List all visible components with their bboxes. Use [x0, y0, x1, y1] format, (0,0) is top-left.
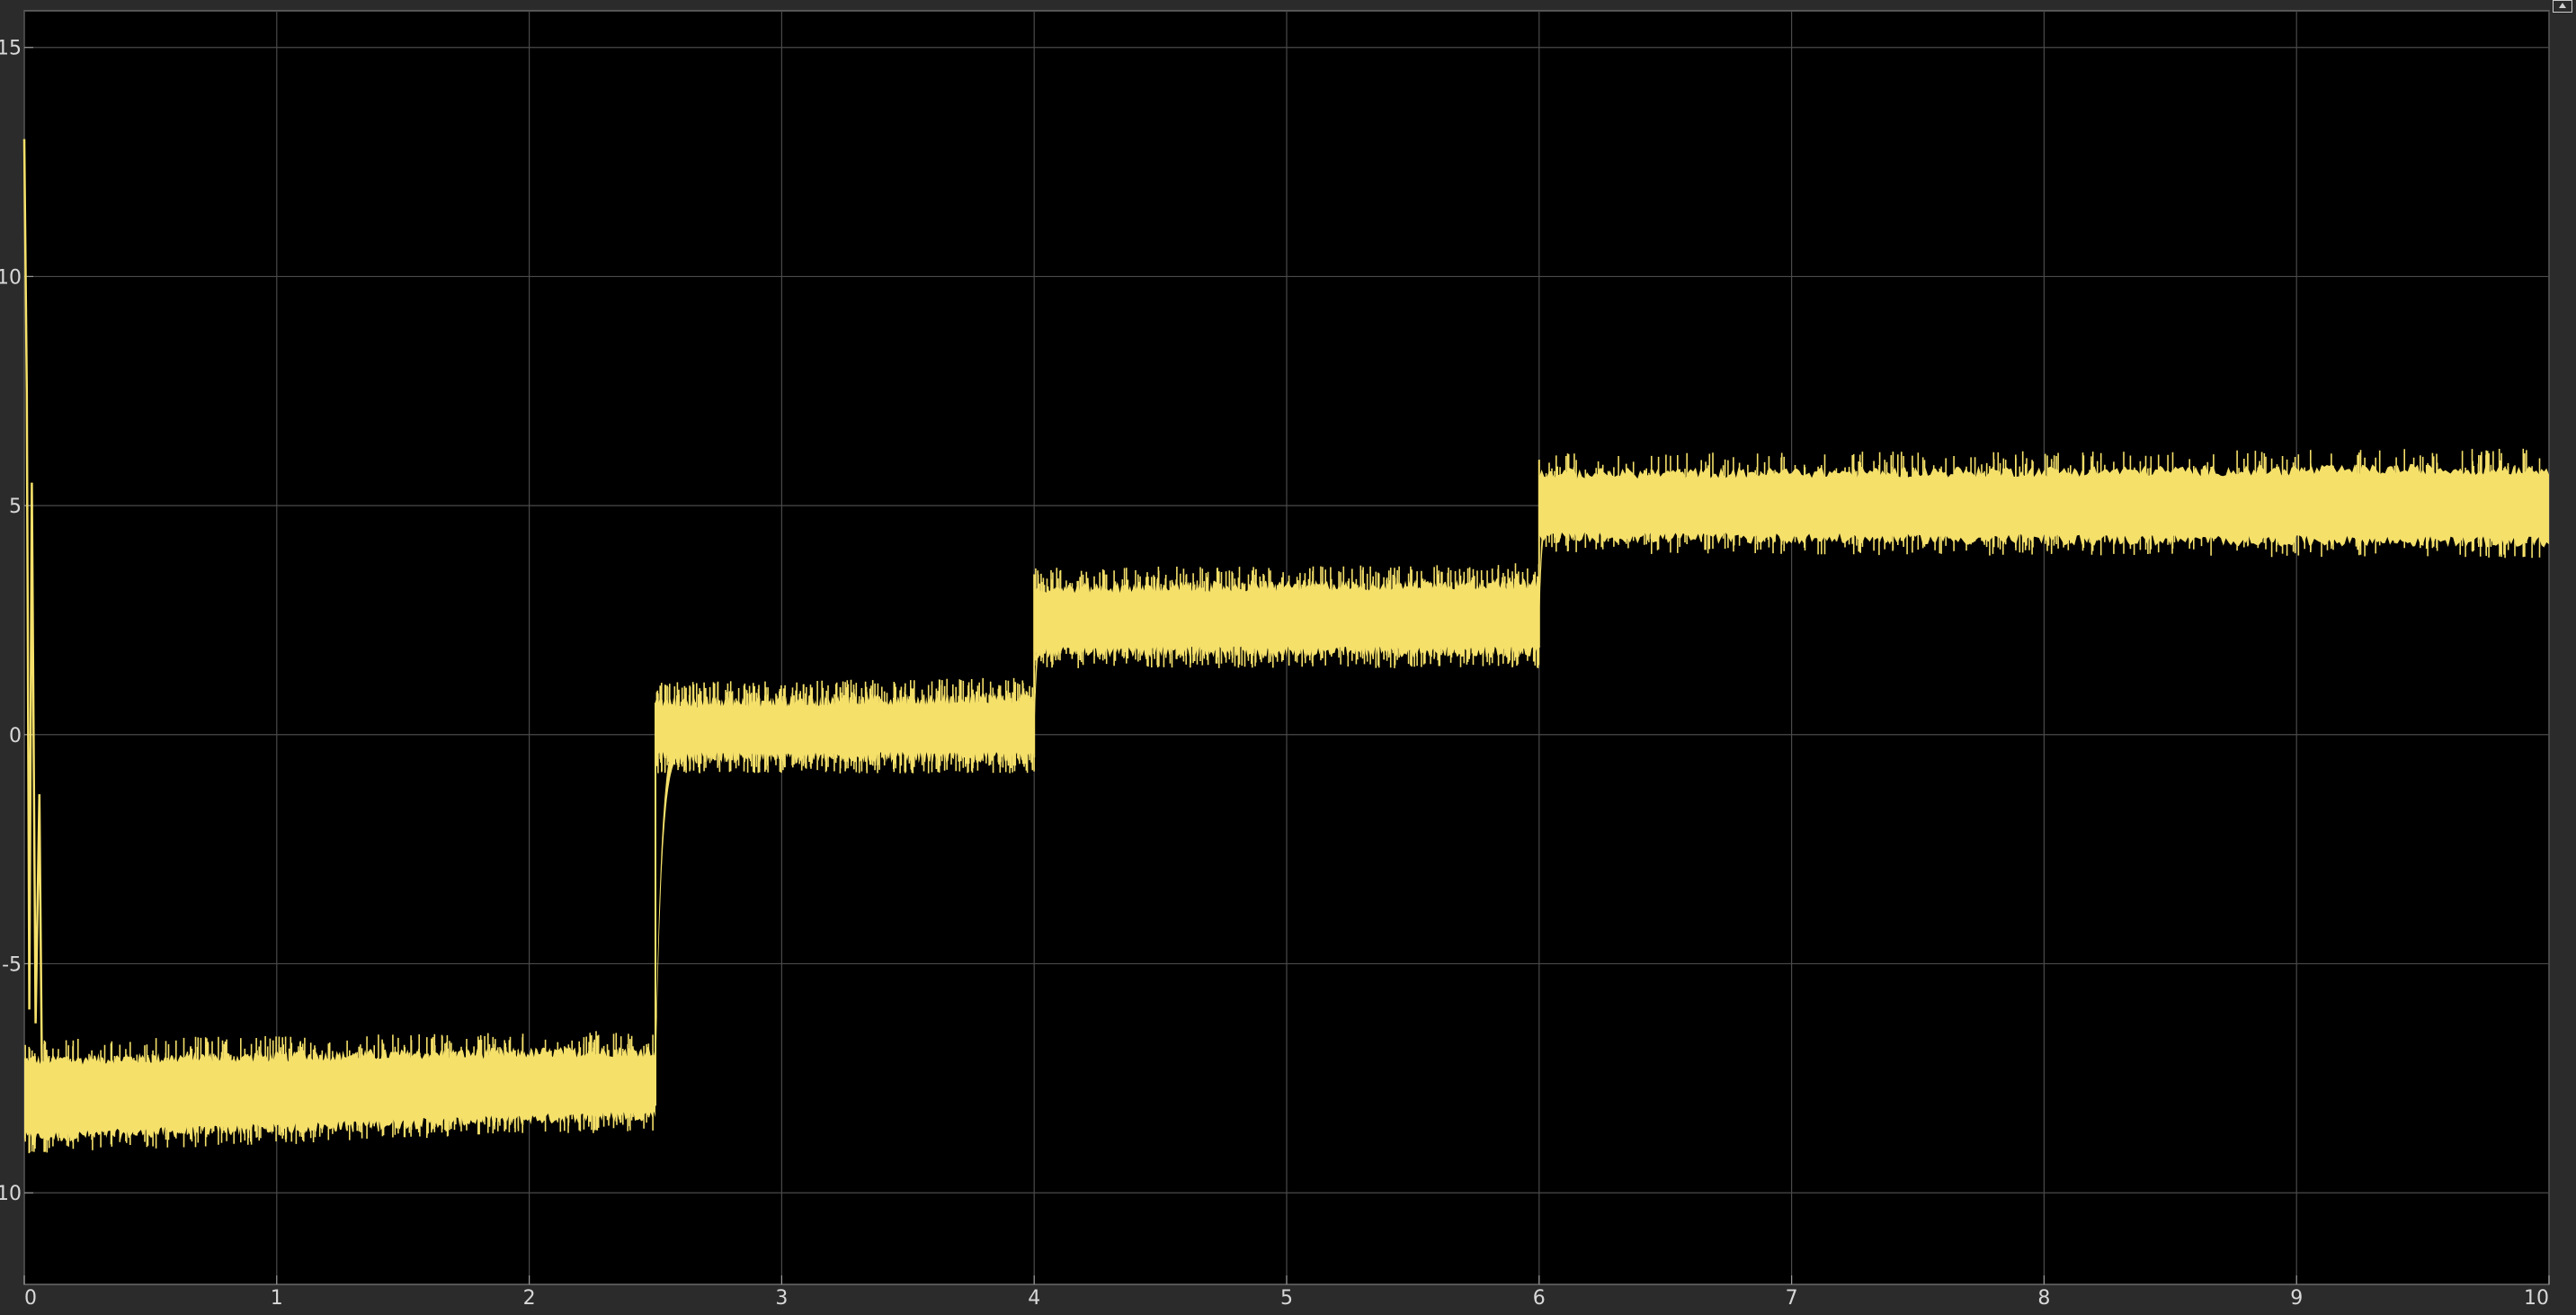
y-tick-label: 10	[0, 266, 22, 289]
y-tick-label: 0	[9, 725, 22, 747]
x-tick-label: 4	[1028, 1287, 1040, 1310]
x-tick-label: 2	[523, 1287, 536, 1310]
x-tick-label: 0	[24, 1287, 37, 1310]
x-tick-label: 6	[1533, 1287, 1546, 1310]
x-tick-label: 8	[2037, 1287, 2050, 1310]
x-tick-label: 1	[271, 1287, 283, 1310]
x-tick-label: 3	[775, 1287, 788, 1310]
x-tick-label: 9	[2290, 1287, 2303, 1310]
x-tick-label: 10	[2524, 1287, 2549, 1310]
expand-icon[interactable]	[2553, 0, 2572, 13]
trace-spikes	[655, 677, 1035, 774]
y-tick-label: 5	[9, 496, 22, 518]
x-tick-label: 7	[1786, 1287, 1798, 1310]
scope-plot: 0 1 2 3 4 5 6 7 8 9 10 15 10 5 0 -5 -10	[0, 0, 2576, 1311]
y-tick-label: 15	[0, 38, 22, 60]
x-tick-label: 5	[1280, 1287, 1293, 1310]
y-tick-label: -10	[0, 1183, 22, 1205]
y-tick-label: -5	[2, 953, 22, 976]
scope-window: 0 1 2 3 4 5 6 7 8 9 10 15 10 5 0 -5 -10	[0, 0, 2576, 1311]
